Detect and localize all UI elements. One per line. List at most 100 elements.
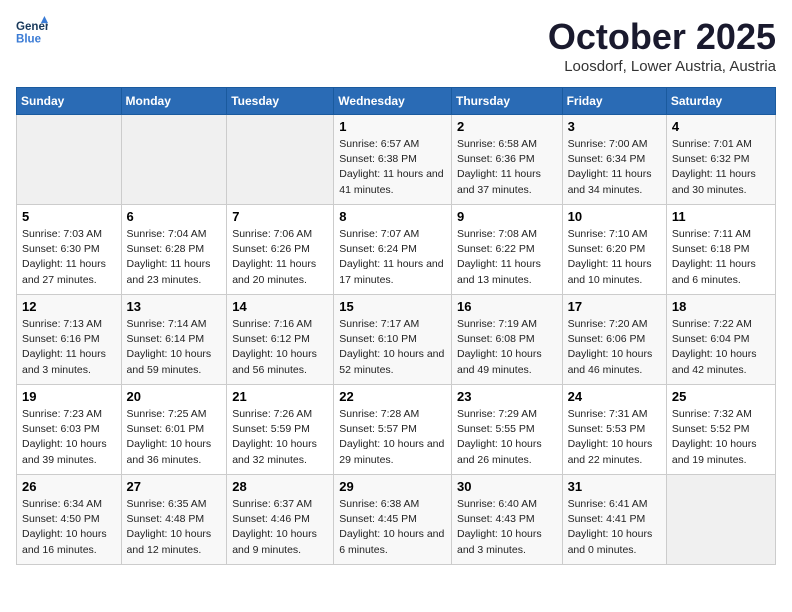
calendar-cell: 9Sunrise: 7:08 AMSunset: 6:22 PMDaylight…	[451, 205, 562, 295]
calendar-cell: 25 Sunrise: 7:32 AMSunset: 5:52 PMDayligh…	[666, 385, 775, 475]
calendar-cell: 2Sunrise: 6:58 AMSunset: 6:36 PMDaylight…	[451, 115, 562, 205]
day-info: Sunrise: 7:22 AMSunset: 6:04 PMDaylight:…	[672, 317, 770, 378]
day-info: Sunrise: 7:06 AMSunset: 6:26 PMDaylight:…	[232, 227, 328, 288]
day-number: 7	[232, 209, 328, 224]
day-number: 3	[568, 119, 661, 134]
day-number: 17	[568, 299, 661, 314]
calendar-cell: 28 Sunrise: 6:37 AMSunset: 4:46 PMDayligh…	[227, 475, 334, 565]
calendar-cell: 29Sunrise: 6:38 AMSunset: 4:45 PMDayligh…	[334, 475, 452, 565]
calendar-cell: 19Sunrise: 7:23 AMSunset: 6:03 PMDayligh…	[17, 385, 122, 475]
calendar-cell: 31 Sunrise: 6:41 AMSunset: 4:41 PMDayligh…	[562, 475, 666, 565]
calendar-body: 1 Sunrise: 6:57 AMSunset: 6:38 PMDaylight…	[17, 115, 776, 565]
calendar-cell: 4 Sunrise: 7:01 AMSunset: 6:32 PMDaylight…	[666, 115, 775, 205]
calendar-week-row: 1 Sunrise: 6:57 AMSunset: 6:38 PMDaylight…	[17, 115, 776, 205]
day-number: 31	[568, 479, 661, 494]
day-number: 22	[339, 389, 446, 404]
day-number: 10	[568, 209, 661, 224]
calendar-cell: 18 Sunrise: 7:22 AMSunset: 6:04 PMDayligh…	[666, 295, 775, 385]
day-number: 12	[22, 299, 116, 314]
day-info: Sunrise: 6:41 AMSunset: 4:41 PMDaylight:…	[568, 497, 661, 558]
day-info: Sunrise: 6:34 AMSunset: 4:50 PMDaylight:…	[22, 497, 116, 558]
weekday-header: Wednesday	[334, 88, 452, 115]
weekday-header: Monday	[121, 88, 227, 115]
calendar-cell: 1 Sunrise: 6:57 AMSunset: 6:38 PMDaylight…	[334, 115, 452, 205]
day-info: Sunrise: 7:01 AMSunset: 6:32 PMDaylight:…	[672, 137, 770, 198]
calendar-cell: 6 Sunrise: 7:04 AMSunset: 6:28 PMDaylight…	[121, 205, 227, 295]
calendar-cell: 17Sunrise: 7:20 AMSunset: 6:06 PMDayligh…	[562, 295, 666, 385]
day-info: Sunrise: 6:35 AMSunset: 4:48 PMDaylight:…	[127, 497, 222, 558]
day-number: 16	[457, 299, 557, 314]
day-info: Sunrise: 7:00 AMSunset: 6:34 PMDaylight:…	[568, 137, 661, 198]
calendar-cell	[17, 115, 122, 205]
day-info: Sunrise: 6:37 AMSunset: 4:46 PMDaylight:…	[232, 497, 328, 558]
day-number: 1	[339, 119, 446, 134]
weekday-row: SundayMondayTuesdayWednesdayThursdayFrid…	[17, 88, 776, 115]
day-number: 6	[127, 209, 222, 224]
day-number: 5	[22, 209, 116, 224]
location-text: Loosdorf, Lower Austria, Austria	[548, 58, 776, 75]
day-number: 11	[672, 209, 770, 224]
day-number: 8	[339, 209, 446, 224]
weekday-header: Sunday	[17, 88, 122, 115]
calendar-cell: 14Sunrise: 7:16 AMSunset: 6:12 PMDayligh…	[227, 295, 334, 385]
day-info: Sunrise: 7:25 AMSunset: 6:01 PMDaylight:…	[127, 407, 222, 468]
day-number: 26	[22, 479, 116, 494]
day-info: Sunrise: 7:19 AMSunset: 6:08 PMDaylight:…	[457, 317, 557, 378]
day-info: Sunrise: 7:07 AMSunset: 6:24 PMDaylight:…	[339, 227, 446, 288]
calendar-week-row: 12 Sunrise: 7:13 AMSunset: 6:16 PMDayligh…	[17, 295, 776, 385]
day-info: Sunrise: 7:13 AMSunset: 6:16 PMDaylight:…	[22, 317, 116, 378]
day-number: 20	[127, 389, 222, 404]
day-number: 27	[127, 479, 222, 494]
svg-text:Blue: Blue	[16, 34, 42, 46]
weekday-header: Saturday	[666, 88, 775, 115]
calendar-cell: 23 Sunrise: 7:29 AMSunset: 5:55 PMDayligh…	[451, 385, 562, 475]
logo-icon: General Blue	[16, 16, 48, 48]
calendar-cell: 15 Sunrise: 7:17 AMSunset: 6:10 PMDayligh…	[334, 295, 452, 385]
day-number: 25	[672, 389, 770, 404]
calendar-cell: 26 Sunrise: 6:34 AMSunset: 4:50 PMDayligh…	[17, 475, 122, 565]
month-title: October 2025	[548, 16, 776, 58]
weekday-header: Tuesday	[227, 88, 334, 115]
calendar-week-row: 19Sunrise: 7:23 AMSunset: 6:03 PMDayligh…	[17, 385, 776, 475]
calendar-cell: 12 Sunrise: 7:13 AMSunset: 6:16 PMDayligh…	[17, 295, 122, 385]
calendar-header: SundayMondayTuesdayWednesdayThursdayFrid…	[17, 88, 776, 115]
day-info: Sunrise: 7:29 AMSunset: 5:55 PMDaylight:…	[457, 407, 557, 468]
calendar-table: SundayMondayTuesdayWednesdayThursdayFrid…	[16, 87, 776, 565]
day-number: 28	[232, 479, 328, 494]
calendar-cell	[121, 115, 227, 205]
day-info: Sunrise: 7:14 AMSunset: 6:14 PMDaylight:…	[127, 317, 222, 378]
calendar-cell: 3 Sunrise: 7:00 AMSunset: 6:34 PMDaylight…	[562, 115, 666, 205]
calendar-cell: 10 Sunrise: 7:10 AMSunset: 6:20 PMDayligh…	[562, 205, 666, 295]
day-number: 14	[232, 299, 328, 314]
calendar-week-row: 26 Sunrise: 6:34 AMSunset: 4:50 PMDayligh…	[17, 475, 776, 565]
logo: General Blue	[16, 16, 52, 48]
day-info: Sunrise: 6:58 AMSunset: 6:36 PMDaylight:…	[457, 137, 557, 198]
title-block: October 2025 Loosdorf, Lower Austria, Au…	[548, 16, 776, 75]
weekday-header: Friday	[562, 88, 666, 115]
day-info: Sunrise: 7:23 AMSunset: 6:03 PMDaylight:…	[22, 407, 116, 468]
day-info: Sunrise: 6:57 AMSunset: 6:38 PMDaylight:…	[339, 137, 446, 198]
day-info: Sunrise: 7:11 AMSunset: 6:18 PMDaylight:…	[672, 227, 770, 288]
calendar-cell: 30Sunrise: 6:40 AMSunset: 4:43 PMDayligh…	[451, 475, 562, 565]
day-number: 15	[339, 299, 446, 314]
calendar-week-row: 5Sunrise: 7:03 AMSunset: 6:30 PMDaylight…	[17, 205, 776, 295]
day-info: Sunrise: 7:10 AMSunset: 6:20 PMDaylight:…	[568, 227, 661, 288]
day-number: 13	[127, 299, 222, 314]
day-number: 4	[672, 119, 770, 134]
day-info: Sunrise: 7:04 AMSunset: 6:28 PMDaylight:…	[127, 227, 222, 288]
calendar-cell: 5Sunrise: 7:03 AMSunset: 6:30 PMDaylight…	[17, 205, 122, 295]
calendar-cell: 7 Sunrise: 7:06 AMSunset: 6:26 PMDaylight…	[227, 205, 334, 295]
day-number: 18	[672, 299, 770, 314]
calendar-cell: 20 Sunrise: 7:25 AMSunset: 6:01 PMDayligh…	[121, 385, 227, 475]
calendar-cell: 11 Sunrise: 7:11 AMSunset: 6:18 PMDayligh…	[666, 205, 775, 295]
calendar-cell: 13 Sunrise: 7:14 AMSunset: 6:14 PMDayligh…	[121, 295, 227, 385]
day-info: Sunrise: 7:17 AMSunset: 6:10 PMDaylight:…	[339, 317, 446, 378]
day-info: Sunrise: 7:31 AMSunset: 5:53 PMDaylight:…	[568, 407, 661, 468]
day-info: Sunrise: 7:32 AMSunset: 5:52 PMDaylight:…	[672, 407, 770, 468]
page-header: General Blue October 2025 Loosdorf, Lowe…	[16, 16, 776, 75]
day-number: 9	[457, 209, 557, 224]
day-number: 30	[457, 479, 557, 494]
day-number: 29	[339, 479, 446, 494]
day-number: 23	[457, 389, 557, 404]
calendar-cell: 21Sunrise: 7:26 AMSunset: 5:59 PMDayligh…	[227, 385, 334, 475]
